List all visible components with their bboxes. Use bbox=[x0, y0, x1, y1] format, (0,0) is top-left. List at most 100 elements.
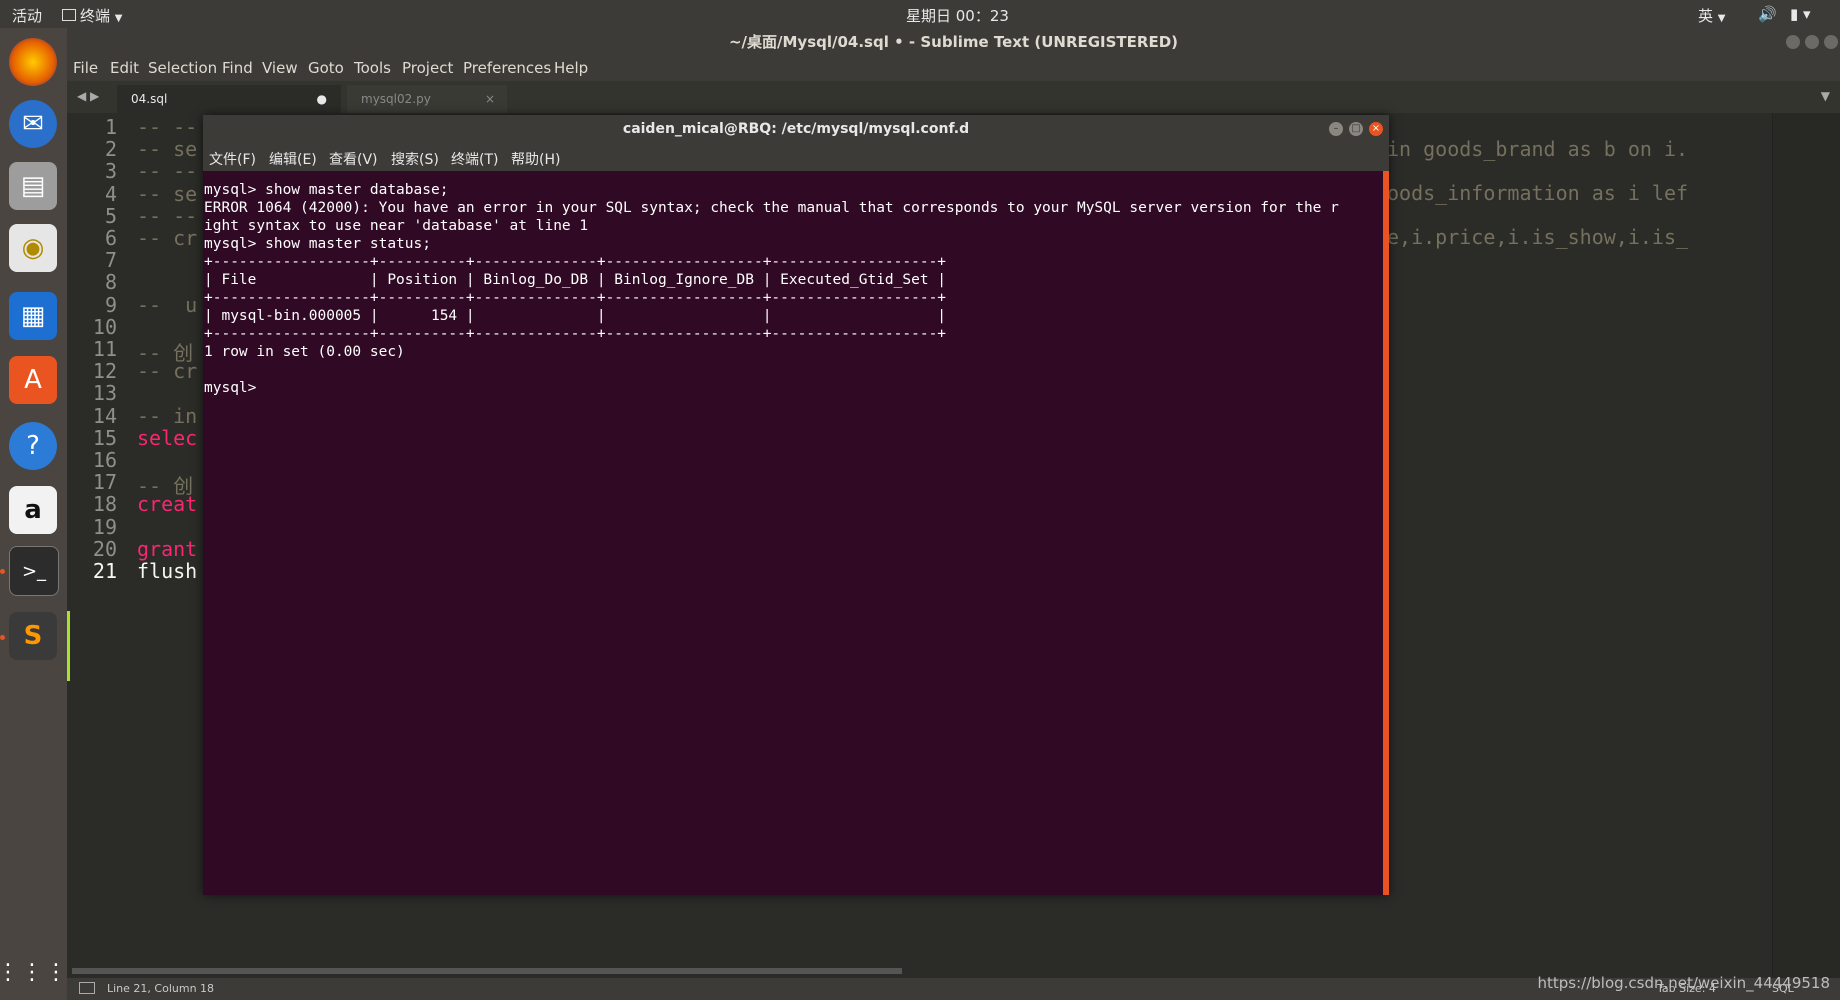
tab-label: 04.sql bbox=[131, 92, 168, 106]
line-number: 16 bbox=[92, 448, 117, 472]
chevron-down-icon: ▼ bbox=[1717, 13, 1726, 24]
line-number: 11 bbox=[92, 337, 117, 361]
line-number: 21 bbox=[92, 559, 117, 583]
terminal-line: +------------------+----------+---------… bbox=[204, 326, 947, 342]
menu-file[interactable]: 文件(F) bbox=[209, 149, 256, 169]
sublime-icon[interactable]: S bbox=[9, 612, 57, 660]
horizontal-scrollbar[interactable] bbox=[72, 968, 902, 974]
terminal-line: | File | Position | Binlog_Do_DB | Binlo… bbox=[204, 272, 947, 288]
tab-04-sql[interactable]: 04.sql ● bbox=[117, 85, 341, 113]
terminal-title: caiden_mical@RBQ: /etc/mysql/mysql.conf.… bbox=[203, 115, 1389, 143]
code-fragment: oods_information as i lef bbox=[1387, 181, 1689, 205]
menu-search[interactable]: 搜索(S) bbox=[391, 149, 439, 169]
menu-preferences[interactable]: Preferences bbox=[463, 59, 551, 77]
code-line: -- -- bbox=[137, 115, 198, 139]
menu-tools[interactable]: Tools bbox=[354, 59, 391, 77]
tab-bar: ◀ ▶ 04.sql ● mysql02.py × ▼ bbox=[67, 81, 1840, 113]
line-number: 19 bbox=[92, 514, 117, 539]
line-number: 15 bbox=[92, 425, 117, 450]
terminal-small-icon bbox=[62, 9, 76, 21]
line-number: 12 bbox=[92, 359, 117, 384]
menu-edit[interactable]: 编辑(E) bbox=[269, 149, 317, 169]
top-panel: 活动 终端 ▼ 星期日 00：23 英 ▼ 🔊 ▮ ▾ bbox=[0, 0, 1840, 28]
minimize-button[interactable] bbox=[1786, 35, 1800, 49]
terminal-menubar: 文件(F) 编辑(E) 查看(V) 搜索(S) 终端(T) 帮助(H) bbox=[203, 143, 1389, 171]
close-icon[interactable]: × bbox=[485, 85, 495, 113]
help-icon[interactable]: ? bbox=[9, 422, 57, 470]
terminal-line: mysql> bbox=[204, 380, 266, 396]
app-menu[interactable]: 终端 ▼ bbox=[62, 5, 123, 26]
menu-help[interactable]: Help bbox=[554, 59, 588, 77]
line-number: 7 bbox=[104, 248, 117, 273]
tab-dropdown-icon[interactable]: ▼ bbox=[1821, 89, 1830, 103]
clock[interactable]: 星期日 00：23 bbox=[906, 5, 1009, 26]
music-icon[interactable]: ◉ bbox=[9, 224, 57, 272]
mail-icon[interactable]: ✉ bbox=[9, 100, 57, 148]
code-line: selec bbox=[137, 425, 198, 450]
close-button[interactable] bbox=[1824, 35, 1838, 49]
menu-project[interactable]: Project bbox=[402, 59, 453, 77]
firefox-icon[interactable] bbox=[9, 38, 57, 86]
code-line: -- cr bbox=[137, 359, 198, 384]
line-number: 3 bbox=[104, 159, 117, 184]
input-method-label: 英 bbox=[1698, 7, 1714, 25]
terminal-output[interactable]: mysql> show master database; ERROR 1064 (… bbox=[203, 171, 1383, 895]
line-number: 18 bbox=[92, 492, 117, 517]
line-number: 20 bbox=[92, 536, 117, 561]
line-number: 2 bbox=[104, 137, 117, 162]
menu-help[interactable]: 帮助(H) bbox=[511, 149, 560, 169]
menu-find[interactable]: Find bbox=[222, 59, 253, 77]
code-line: -- -- bbox=[137, 159, 198, 184]
menu-selection[interactable]: Selection bbox=[148, 59, 217, 77]
code-fragment: in goods_brand as b on i. bbox=[1387, 137, 1689, 161]
terminal-line: ERROR 1064 (42000): You have an error in… bbox=[204, 200, 1339, 216]
code-line: -- u bbox=[137, 292, 198, 317]
activities-button[interactable]: 活动 bbox=[12, 5, 42, 26]
terminal-line: +------------------+----------+---------… bbox=[204, 290, 947, 306]
menu-goto[interactable]: Goto bbox=[308, 59, 344, 77]
terminal-line: ight syntax to use near 'database' at li… bbox=[204, 218, 589, 234]
line-number: 5 bbox=[104, 203, 117, 228]
menu-file[interactable]: File bbox=[73, 59, 98, 77]
menu-terminal[interactable]: 终端(T) bbox=[451, 149, 498, 169]
input-method-indicator[interactable]: 英 ▼ bbox=[1698, 5, 1726, 26]
menubar: File Edit Selection Find View Goto Tools… bbox=[67, 56, 1840, 81]
files-icon[interactable]: ▤ bbox=[9, 162, 57, 210]
line-number: 9 bbox=[104, 292, 117, 317]
speaker-icon[interactable]: 🔊 bbox=[1758, 5, 1777, 23]
chevron-down-icon: ▼ bbox=[114, 13, 123, 24]
code-fragment: e,i.price,i.is_show,i.is_ bbox=[1387, 225, 1689, 249]
window-title: ~/桌面/Mysql/04.sql • - Sublime Text (UNRE… bbox=[67, 28, 1840, 56]
panel-toggle-icon[interactable] bbox=[79, 982, 95, 994]
terminal-icon[interactable]: >_ bbox=[9, 546, 59, 596]
modified-dot-icon: ● bbox=[316, 92, 327, 106]
battery-icon[interactable]: ▮ ▾ bbox=[1790, 5, 1811, 23]
active-indicator bbox=[0, 635, 5, 640]
app-menu-label: 终端 bbox=[80, 7, 111, 25]
menu-view[interactable]: 查看(V) bbox=[329, 149, 378, 169]
app-grid-icon[interactable]: ⋮⋮⋮ bbox=[0, 948, 67, 996]
maximize-button[interactable] bbox=[1805, 35, 1819, 49]
menu-edit[interactable]: Edit bbox=[110, 59, 139, 77]
watermark: https://blog.csdn.net/weixin_44449518 bbox=[1537, 974, 1830, 992]
close-button[interactable]: × bbox=[1369, 122, 1383, 136]
terminal-scrollbar[interactable] bbox=[1383, 171, 1389, 895]
menu-view[interactable]: View bbox=[262, 59, 298, 77]
tab-mysql02-py[interactable]: mysql02.py × bbox=[347, 85, 507, 113]
active-indicator bbox=[0, 569, 5, 574]
tab-nav-arrows-icon[interactable]: ◀ ▶ bbox=[77, 89, 99, 103]
terminal-window: caiden_mical@RBQ: /etc/mysql/mysql.conf.… bbox=[203, 115, 1389, 895]
maximize-button[interactable]: □ bbox=[1349, 122, 1363, 136]
terminal-line: mysql> show master database; bbox=[204, 182, 449, 198]
minimize-button[interactable]: – bbox=[1329, 122, 1343, 136]
code-line: -- cr bbox=[137, 226, 198, 250]
terminal-line: mysql> show master status; bbox=[204, 236, 431, 252]
software-center-icon[interactable]: A bbox=[9, 356, 57, 404]
document-icon[interactable]: ▦ bbox=[9, 292, 57, 340]
amazon-icon[interactable]: a bbox=[9, 486, 57, 534]
code-line: -- -- bbox=[137, 203, 198, 228]
terminal-line: 1 row in set (0.00 sec) bbox=[204, 344, 405, 360]
code-line: -- se bbox=[137, 137, 198, 162]
minimap[interactable] bbox=[1772, 113, 1840, 991]
code-line: -- in bbox=[137, 403, 198, 428]
